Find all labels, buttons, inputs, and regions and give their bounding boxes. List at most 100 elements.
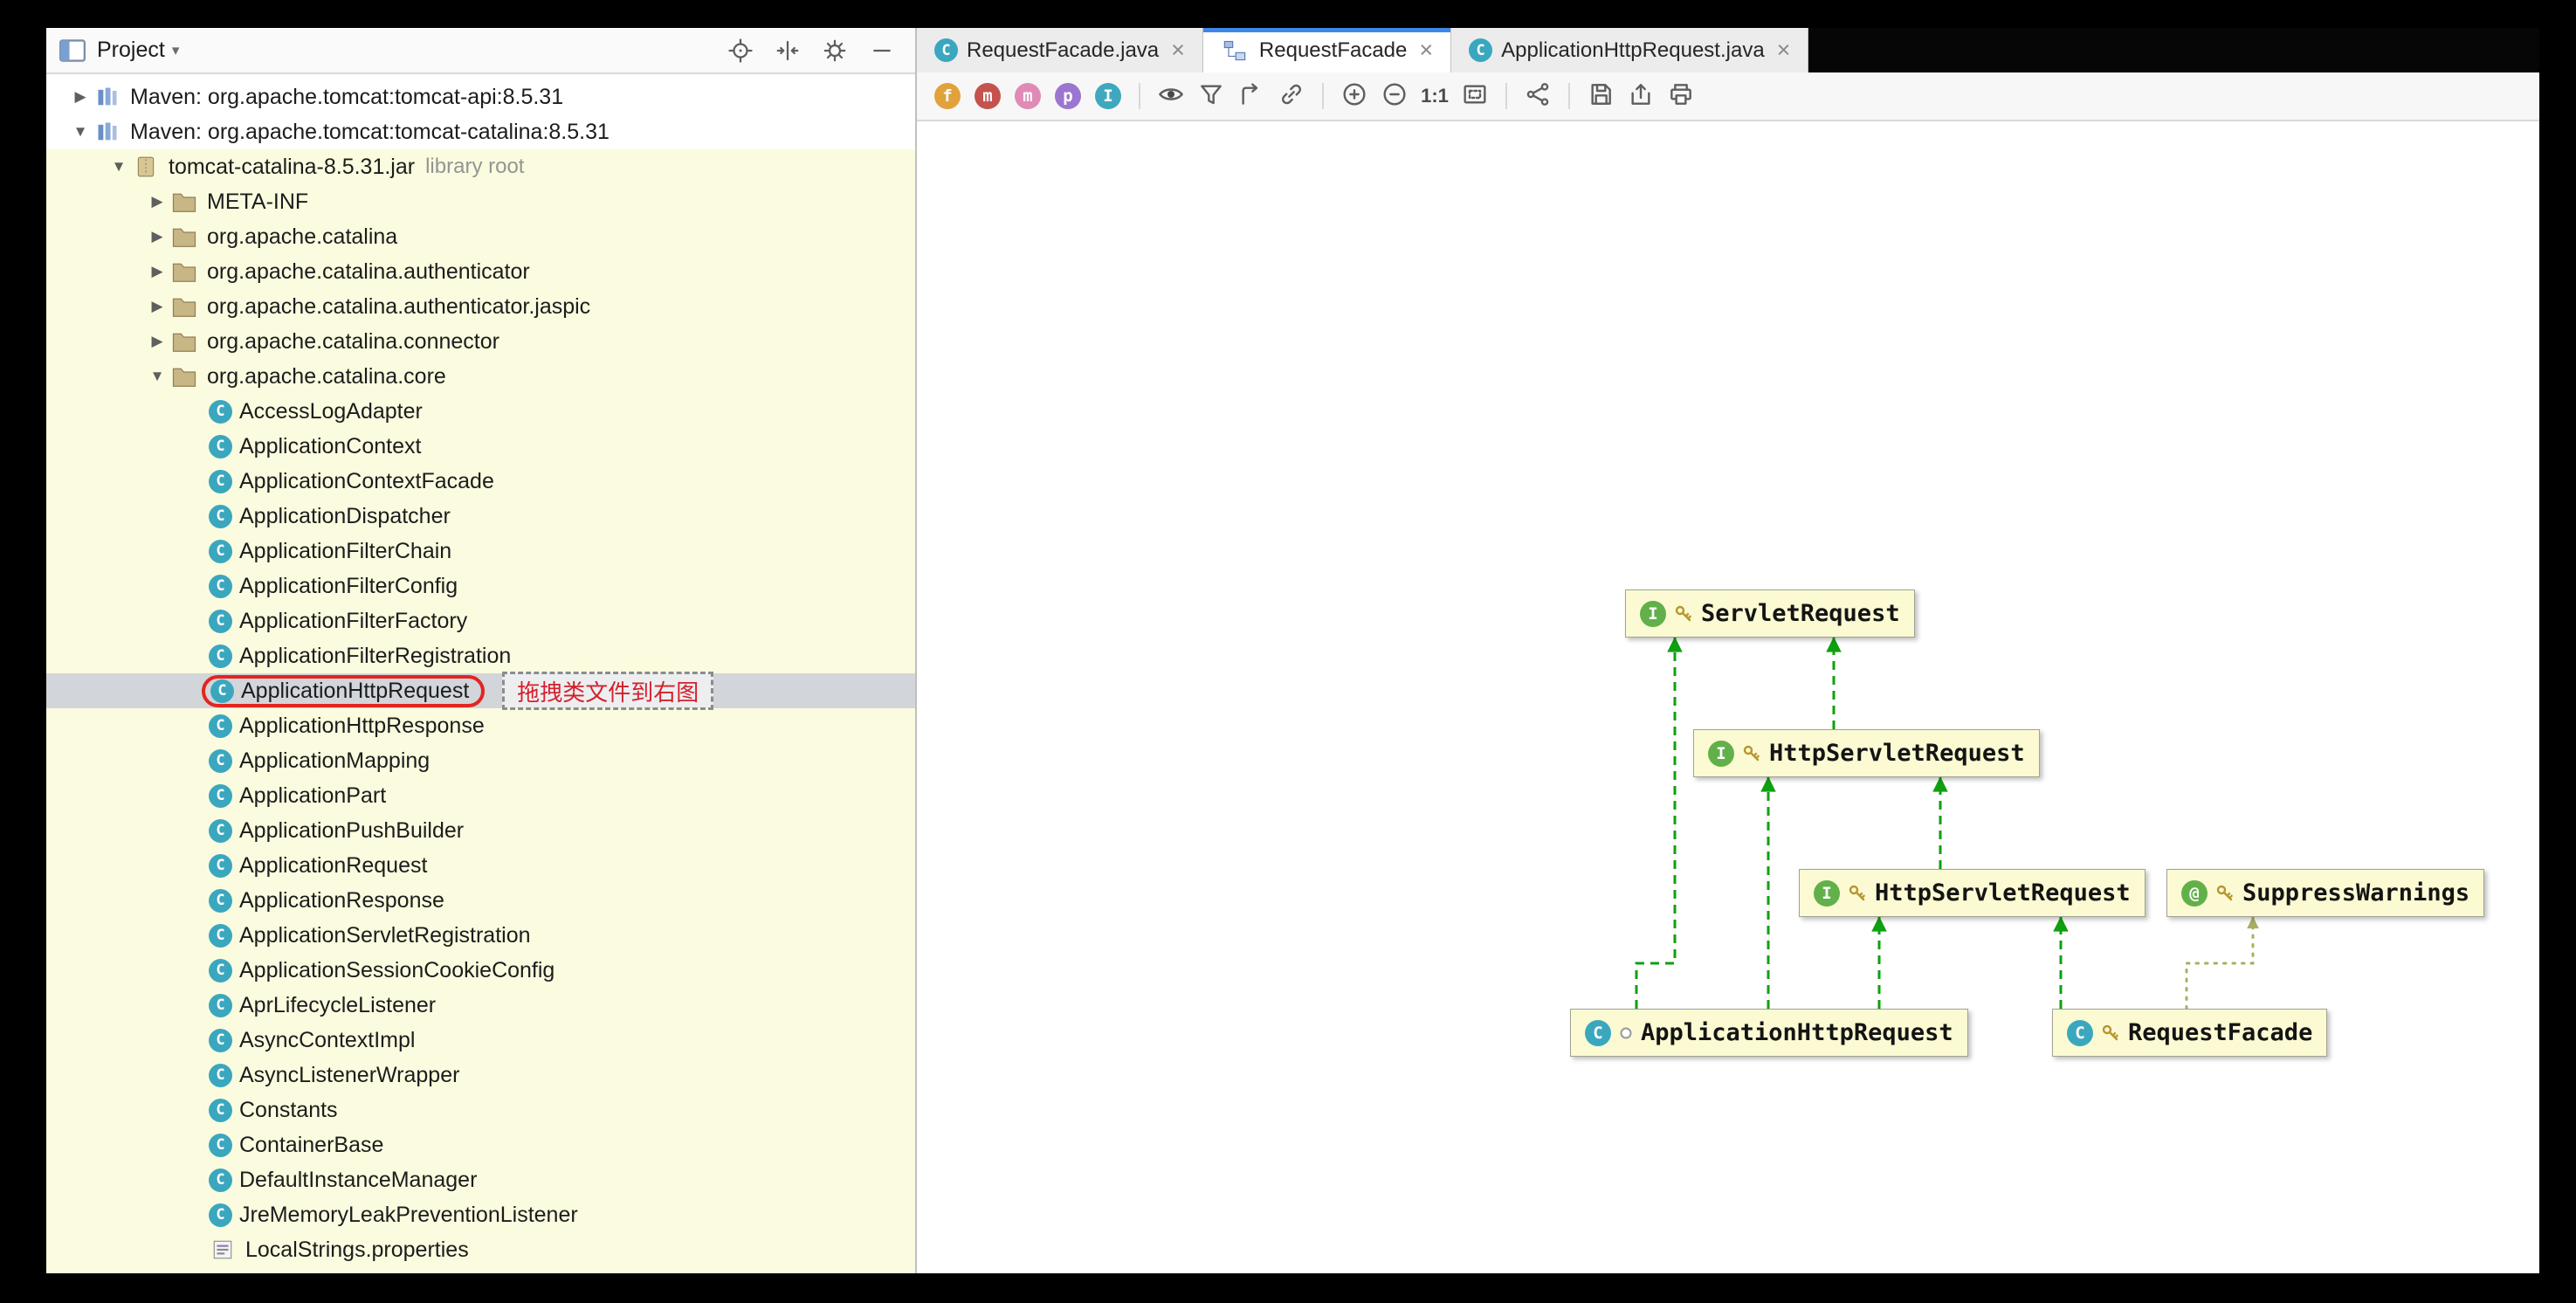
tree-item[interactable]: ▶ Maven: org.apache.tomcat:tomcat-api:8.5… (46, 79, 915, 114)
tree-item[interactable]: C ApplicationDispatcher (46, 499, 915, 534)
editor-tab[interactable]: RequestFacade × (1202, 28, 1452, 72)
diagram-node[interactable]: C ApplicationHttpRequest (1570, 1009, 1968, 1057)
show-inner-classes-button[interactable]: I (1092, 79, 1125, 113)
tree-item[interactable]: ▶ org.apache.catalina (46, 219, 915, 254)
tree-item[interactable]: C ApplicationSessionCookieConfig (46, 953, 915, 988)
tree-item[interactable]: C JreMemoryLeakPreventionListener (46, 1197, 915, 1232)
diagram-node[interactable]: C RequestFacade (2052, 1009, 2328, 1057)
class-icon: C (209, 644, 232, 668)
tree-item-label: DefaultInstanceManager (239, 1167, 478, 1192)
show-fields-button[interactable]: f (931, 79, 964, 113)
share-button[interactable] (1521, 79, 1554, 113)
link-button[interactable] (1275, 79, 1308, 113)
tree-item[interactable]: C ApplicationContextFacade (46, 464, 915, 499)
editor-area: C RequestFacade.java × RequestFacade × C Appli… (917, 28, 2539, 1273)
tree-item[interactable]: C ApplicationHttpResponse (46, 708, 915, 743)
chevron-collapsed-icon[interactable]: ▶ (67, 88, 93, 106)
annotation-edge[interactable] (2185, 915, 2259, 1010)
print-button[interactable] (1664, 79, 1698, 113)
tree-item-label: ApplicationFilterFactory (239, 608, 468, 633)
close-icon[interactable]: × (1419, 38, 1433, 62)
project-panel-header: Project ▾ (46, 28, 915, 74)
tree-item[interactable]: ▶ org.apache.catalina.authenticator.jaspi… (46, 289, 915, 324)
collapse-icon[interactable] (774, 37, 802, 65)
tree-item[interactable]: C ApplicationContext (46, 429, 915, 464)
tree-item[interactable]: C ApplicationFilterConfig (46, 569, 915, 603)
chevron-expanded-icon[interactable]: ▼ (106, 158, 132, 176)
tree-item-label: ContainerBase (239, 1132, 384, 1157)
close-icon[interactable]: × (1777, 38, 1791, 62)
diagram-node[interactable]: I HttpServletRequest (1693, 729, 2040, 777)
tree-item[interactable]: C ApplicationPushBuilder (46, 813, 915, 848)
chevron-collapsed-icon[interactable]: ▶ (144, 298, 170, 315)
tree-item[interactable]: ▼ org.apache.catalina.core (46, 359, 915, 394)
hide-icon[interactable] (868, 37, 896, 65)
chevron-down-icon[interactable]: ▾ (172, 42, 180, 59)
tree-item[interactable]: ▶ org.apache.catalina.connector (46, 324, 915, 359)
chevron-collapsed-icon[interactable]: ▶ (144, 263, 170, 280)
eye-button[interactable] (1154, 79, 1188, 113)
zoom-out-button[interactable] (1378, 79, 1411, 113)
tree-item[interactable]: C ApplicationMapping (46, 743, 915, 778)
tree-item[interactable]: C ContainerBase (46, 1127, 915, 1162)
settings-icon[interactable] (821, 37, 849, 65)
chevron-collapsed-icon[interactable]: ▶ (144, 333, 170, 350)
editor-tab[interactable]: C RequestFacade.java × (917, 28, 1203, 72)
tree-item[interactable]: ▼ Maven: org.apache.tomcat:tomcat-catalin… (46, 114, 915, 149)
connector-button[interactable] (1235, 79, 1268, 113)
tree-item[interactable]: ▶ org.apache.catalina.authenticator (46, 254, 915, 289)
tree-item[interactable]: LocalStrings.properties (46, 1232, 915, 1267)
fit-button[interactable] (1458, 79, 1491, 113)
inheritance-edge[interactable] (1635, 637, 1683, 1009)
tree-item[interactable]: C ApplicationRequest (46, 848, 915, 883)
tree-item[interactable]: C AsyncListenerWrapper (46, 1058, 915, 1093)
tree-item-label: ApplicationHttpRequest (241, 678, 470, 703)
class-icon: C (209, 1133, 232, 1157)
show-constructors-button[interactable]: m (971, 79, 1004, 113)
editor-tab[interactable]: C ApplicationHttpRequest.java × (1451, 28, 1809, 72)
tree-item[interactable]: C AsyncContextImpl (46, 1023, 915, 1058)
tree-item[interactable]: C AccessLogAdapter (46, 394, 915, 429)
tree-item[interactable]: C ApplicationFilterRegistration (46, 638, 915, 673)
zoom-in-button[interactable] (1338, 79, 1371, 113)
filter-button[interactable] (1195, 79, 1228, 113)
tree-item[interactable]: C ApplicationPart (46, 778, 915, 813)
toolbar-separator (1505, 83, 1507, 109)
chevron-expanded-icon[interactable]: ▼ (67, 123, 93, 141)
editor-tab-bar: C RequestFacade.java × RequestFacade × C Appli… (917, 28, 2539, 72)
tree-item-label: ApplicationPushBuilder (239, 817, 465, 843)
tree-item[interactable]: C ApplicationServletRegistration (46, 918, 915, 953)
locate-icon[interactable] (727, 37, 754, 65)
tree-item[interactable]: C DefaultInstanceManager (46, 1162, 915, 1197)
panel-title[interactable]: Project (97, 38, 165, 63)
class-icon: C (209, 469, 232, 493)
tree-item[interactable]: C AprLifecycleListener (46, 988, 915, 1023)
save-button[interactable] (1584, 79, 1617, 113)
diagram-node[interactable]: @ SuppressWarnings (2166, 869, 2485, 917)
class-icon: C (209, 504, 232, 528)
chevron-expanded-icon[interactable]: ▼ (144, 368, 170, 385)
chevron-collapsed-icon[interactable]: ▶ (144, 193, 170, 210)
actual-size-button[interactable]: 1:1 (1418, 79, 1451, 113)
tab-label: RequestFacade (1258, 38, 1408, 62)
tool-window-icon[interactable] (59, 37, 86, 65)
show-properties-button[interactable]: p (1051, 79, 1085, 113)
diagram-canvas[interactable]: I ServletRequest I HttpServletRequest I HttpS… (917, 121, 2539, 1273)
export-button[interactable] (1624, 79, 1657, 113)
tree-item[interactable]: C ApplicationResponse (46, 883, 915, 918)
chevron-collapsed-icon[interactable]: ▶ (144, 228, 170, 245)
tree-item[interactable]: C ApplicationHttpRequest 拖拽类文件到右图 (46, 672, 915, 710)
diagram-node[interactable]: I ServletRequest (1625, 589, 1915, 638)
tree-item-label: org.apache.catalina.authenticator.jaspic (207, 293, 591, 319)
diagram-node[interactable]: I HttpServletRequest (1799, 869, 2146, 917)
tree-item-label: ApplicationSessionCookieConfig (239, 957, 555, 982)
tree-item[interactable]: ▼ tomcat-catalina-8.5.31.jar library root (46, 149, 915, 184)
tree-item-label: AccessLogAdapter (239, 398, 423, 424)
close-icon[interactable]: × (1171, 38, 1185, 62)
tree-item[interactable]: C ApplicationFilterFactory (46, 603, 915, 638)
tree-item[interactable]: C Constants (46, 1093, 915, 1127)
tree-item[interactable]: ▶ META-INF (46, 184, 915, 219)
show-methods-button[interactable]: m (1011, 79, 1044, 113)
tree-item[interactable]: C ApplicationFilterChain (46, 534, 915, 569)
tree-item-label: ApplicationPart (239, 782, 387, 808)
